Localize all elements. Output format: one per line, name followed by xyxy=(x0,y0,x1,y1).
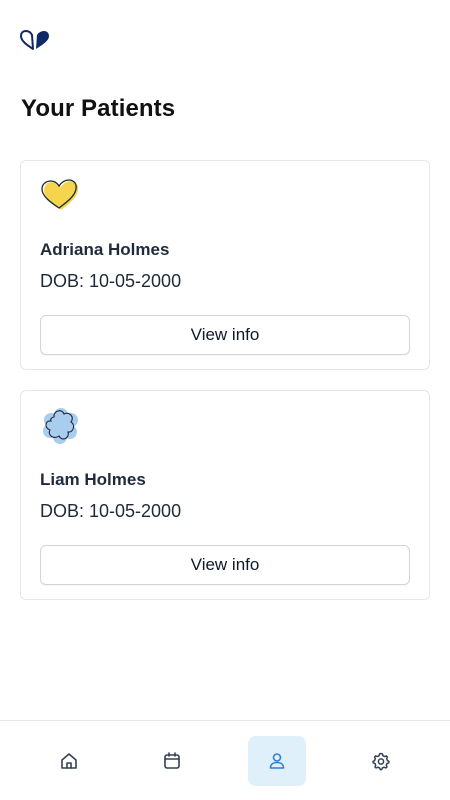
blue-flower-icon xyxy=(43,408,78,444)
gear-icon xyxy=(372,752,390,771)
app-screen: Your Patients Adriana Holmes DOB: 10-05-… xyxy=(0,0,450,800)
nav-patients-button[interactable] xyxy=(248,736,306,786)
patient-card: Adriana Holmes DOB: 10-05-2000 View info xyxy=(20,160,430,370)
patient-name: Liam Holmes xyxy=(40,470,146,489)
nav-settings-button[interactable] xyxy=(352,736,410,786)
bottom-nav xyxy=(0,720,450,800)
patient-dob: DOB: 10-05-2000 xyxy=(40,501,182,521)
patient-name: Adriana Holmes xyxy=(40,240,170,259)
view-info-button[interactable]: View info xyxy=(40,545,410,585)
nav-calendar-button[interactable] xyxy=(143,736,201,786)
patient-card: Liam Holmes DOB: 10-05-2000 View info xyxy=(20,390,430,600)
patient-dob: DOB: 10-05-2000 xyxy=(40,271,182,291)
split-heart-logo-icon xyxy=(20,30,49,50)
page-title: Your Patients xyxy=(21,95,176,122)
user-icon xyxy=(269,753,285,769)
yellow-heart-icon xyxy=(41,179,79,210)
nav-home-button[interactable] xyxy=(40,736,98,786)
calendar-icon xyxy=(164,752,180,769)
view-info-button[interactable]: View info xyxy=(40,315,410,355)
home-icon xyxy=(61,753,77,769)
